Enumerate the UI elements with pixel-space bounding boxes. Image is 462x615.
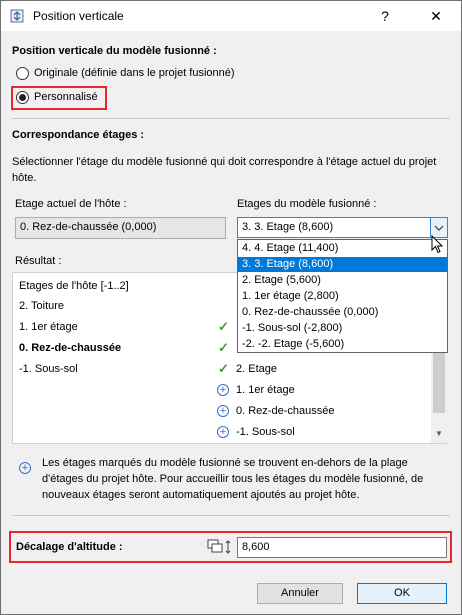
host-floor-field: 0. Rez-de-chaussée (0,000) [15, 217, 226, 239]
check-icon: ✓ [218, 361, 229, 376]
floor-mapping-description: Sélectionner l'étage du modèle fusionné … [12, 156, 437, 184]
radio-custom-label[interactable]: Personnalisé [34, 91, 98, 103]
app-icon [10, 9, 24, 23]
host-floor-row-current: 0. Rez-de-chaussée [19, 342, 122, 354]
floor-mapping-heading: Correspondance étages : [12, 129, 145, 141]
host-floor-label: Etage actuel de l'hôte : [15, 198, 127, 210]
host-floor-row: 2. Toiture [19, 300, 65, 312]
result-label: Résultat : [15, 255, 62, 267]
dialog-window: Position verticale ? ✕ Position vertical… [0, 0, 462, 615]
dropdown-option[interactable]: 2. Etage (5,600) [238, 273, 447, 288]
radio-original[interactable] [16, 67, 29, 80]
cancel-button[interactable]: Annuler [257, 583, 343, 604]
host-floor-row: 1. 1er étage [19, 321, 78, 333]
help-button[interactable]: ? [365, 1, 405, 31]
merged-floor-row: 2. Etage [236, 363, 277, 375]
altitude-offset-icon [207, 539, 231, 554]
merged-floor-row-added: 0. Rez-de-chaussée [236, 405, 335, 417]
radio-custom[interactable] [16, 91, 29, 104]
plus-icon: + [217, 405, 229, 417]
merged-floor-row-added: 1. 1er étage [236, 384, 295, 396]
merged-floor-row-added: -1. Sous-sol [236, 426, 295, 438]
close-button[interactable]: ✕ [413, 1, 459, 31]
dropdown-option[interactable]: 4. 4. Etage (11,400) [238, 241, 447, 256]
host-floor-row: -1. Sous-sol [19, 363, 78, 375]
dropdown-option[interactable]: -1. Sous-sol (-2,800) [238, 321, 447, 336]
separator [12, 515, 450, 516]
dropdown-option-selected[interactable]: 3. 3. Etage (8,600) [238, 257, 447, 272]
check-icon: ✓ [218, 319, 229, 334]
merged-floor-label: Etages du modèle fusionné : [237, 198, 377, 210]
merged-floor-select[interactable]: 3. 3. Etage (8,600) [237, 217, 448, 238]
plus-icon: + [19, 462, 31, 474]
plus-icon: + [217, 384, 229, 396]
dropdown-option[interactable]: 0. Rez-de-chaussée (0,000) [238, 305, 447, 320]
altitude-offset-input[interactable]: 8,600 [237, 537, 447, 558]
altitude-label: Décalage d'altitude : [16, 541, 123, 553]
merged-floor-dropdown: 4. 4. Etage (11,400) 3. 3. Etage (8,600)… [237, 239, 448, 353]
window-title: Position verticale [33, 9, 124, 23]
check-icon: ✓ [218, 340, 229, 355]
host-floors-header: Etages de l'hôte [-1..2] [19, 280, 129, 292]
ok-button[interactable]: OK [357, 583, 447, 604]
dropdown-option[interactable]: -2. -2. Etage (-5,600) [238, 337, 447, 352]
plus-icon: + [217, 426, 229, 438]
title-bar: Position verticale ? ✕ [1, 1, 461, 31]
merged-floor-value: 3. 3. Etage (8,600) [242, 221, 334, 233]
radio-original-label[interactable]: Originale (définie dans le projet fusion… [34, 67, 235, 79]
vertical-position-heading: Position verticale du modèle fusionné : [12, 45, 217, 57]
info-text: Les étages marqués du modèle fusionné se… [42, 457, 424, 501]
mouse-cursor-icon [431, 235, 444, 254]
scroll-down-icon[interactable]: ▼ [431, 429, 447, 443]
separator [12, 118, 450, 119]
dropdown-option[interactable]: 1. 1er étage (2,800) [238, 289, 447, 304]
